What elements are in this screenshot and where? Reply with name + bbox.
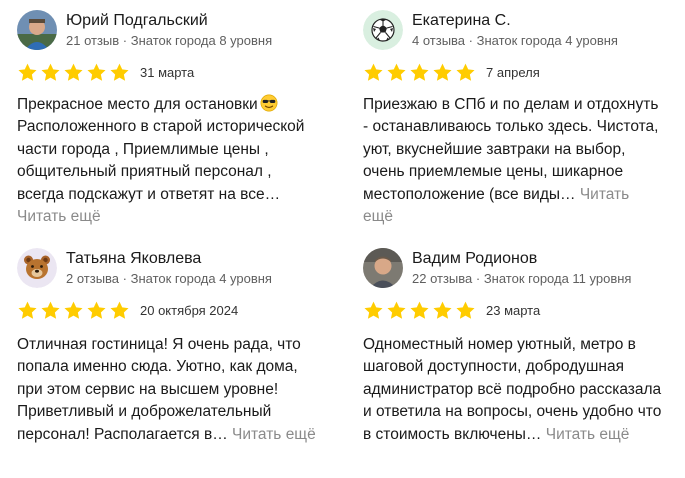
avatar[interactable] bbox=[363, 10, 403, 50]
star-rating bbox=[363, 62, 476, 83]
author-meta: 22 отзыва · Знаток города 11 уровня bbox=[412, 271, 632, 287]
star-icon bbox=[87, 63, 106, 81]
avatar[interactable] bbox=[17, 10, 57, 50]
star-icon bbox=[364, 301, 383, 319]
review-date: 31 марта bbox=[140, 64, 195, 80]
avatar[interactable] bbox=[363, 248, 403, 288]
review-header: Татьяна Яковлева 2 отзыва · Знаток город… bbox=[17, 246, 335, 290]
review-date: 23 марта bbox=[486, 302, 541, 318]
review-date: 7 апреля bbox=[486, 64, 540, 80]
star-icon bbox=[433, 301, 452, 319]
author-name[interactable]: Вадим Родионов bbox=[412, 249, 631, 268]
star-icon bbox=[64, 301, 83, 319]
rating-row: 23 марта bbox=[363, 299, 681, 321]
author-meta: 4 отзыва · Знаток города 4 уровня bbox=[412, 33, 618, 49]
star-icon bbox=[410, 301, 429, 319]
star-rating bbox=[17, 300, 130, 321]
review-card: Юрий Подгальский 21 отзыв · Знаток город… bbox=[17, 8, 335, 228]
read-more-link[interactable]: Читать ещё bbox=[232, 426, 316, 443]
star-icon bbox=[387, 301, 406, 319]
star-icon bbox=[41, 63, 60, 81]
author-name[interactable]: Екатерина С. bbox=[412, 11, 618, 30]
review-text: Прекрасное место для остановки Расположе… bbox=[17, 94, 317, 228]
star-icon bbox=[433, 63, 452, 81]
author-meta: 2 отзыва · Знаток города 4 уровня bbox=[66, 271, 272, 287]
star-icon bbox=[364, 63, 383, 81]
author-name[interactable]: Татьяна Яковлева bbox=[66, 249, 272, 268]
review-text-intro: Прекрасное место для остановки bbox=[17, 96, 258, 113]
soccer-ball-icon bbox=[363, 10, 403, 50]
star-icon bbox=[87, 301, 106, 319]
review-header: Екатерина С. 4 отзыва · Знаток города 4 … bbox=[363, 8, 681, 52]
star-icon bbox=[41, 301, 60, 319]
star-icon bbox=[110, 63, 129, 81]
review-card: Екатерина С. 4 отзыва · Знаток города 4 … bbox=[363, 8, 681, 228]
rating-row: 31 марта bbox=[17, 61, 335, 83]
star-icon bbox=[18, 63, 37, 81]
review-text: Отличная гостиница! Я очень рада, что по… bbox=[17, 334, 317, 446]
author-name[interactable]: Юрий Подгальский bbox=[66, 11, 272, 30]
avatar[interactable] bbox=[17, 248, 57, 288]
star-icon bbox=[456, 63, 475, 81]
review-text-body: Расположенного в старой исторической час… bbox=[17, 118, 305, 203]
star-icon bbox=[456, 301, 475, 319]
author-meta: 21 отзыв · Знаток города 8 уровня bbox=[66, 33, 273, 49]
smiling-face-with-sunglasses-icon bbox=[260, 94, 278, 112]
read-more-link[interactable]: Читать ещё bbox=[546, 426, 630, 443]
rating-row: 7 апреля bbox=[363, 61, 681, 83]
review-card: Вадим Родионов 22 отзыва · Знаток города… bbox=[363, 246, 681, 446]
bear-face-icon bbox=[17, 248, 57, 288]
star-icon bbox=[110, 301, 129, 319]
review-date: 20 октября 2024 bbox=[140, 302, 239, 318]
star-icon bbox=[64, 63, 83, 81]
star-rating bbox=[17, 62, 130, 83]
read-more-link[interactable]: Читать ещё bbox=[17, 208, 101, 225]
rating-row: 20 октября 2024 bbox=[17, 299, 335, 321]
star-icon bbox=[410, 63, 429, 81]
star-icon bbox=[387, 63, 406, 81]
review-card: Татьяна Яковлева 2 отзыва · Знаток город… bbox=[17, 246, 335, 446]
star-rating bbox=[363, 300, 476, 321]
star-icon bbox=[18, 301, 37, 319]
review-text: Приезжаю в СПб и по делам и отдохнуть - … bbox=[363, 94, 663, 228]
review-header: Юрий Подгальский 21 отзыв · Знаток город… bbox=[17, 8, 335, 52]
review-header: Вадим Родионов 22 отзыва · Знаток города… bbox=[363, 246, 681, 290]
review-text: Одноместный номер уютный, метро в шагово… bbox=[363, 334, 663, 446]
